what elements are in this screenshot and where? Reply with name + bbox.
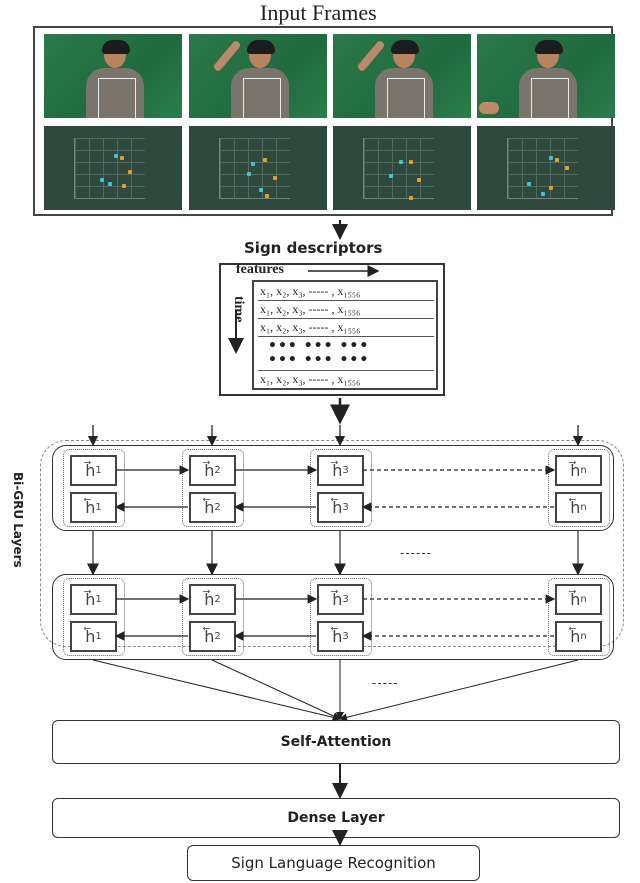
attention-input-arrow [92, 659, 341, 722]
attention-input-arrow [211, 659, 341, 720]
attention-input-arrow [339, 659, 579, 722]
connector-arrows [87, 220, 584, 846]
